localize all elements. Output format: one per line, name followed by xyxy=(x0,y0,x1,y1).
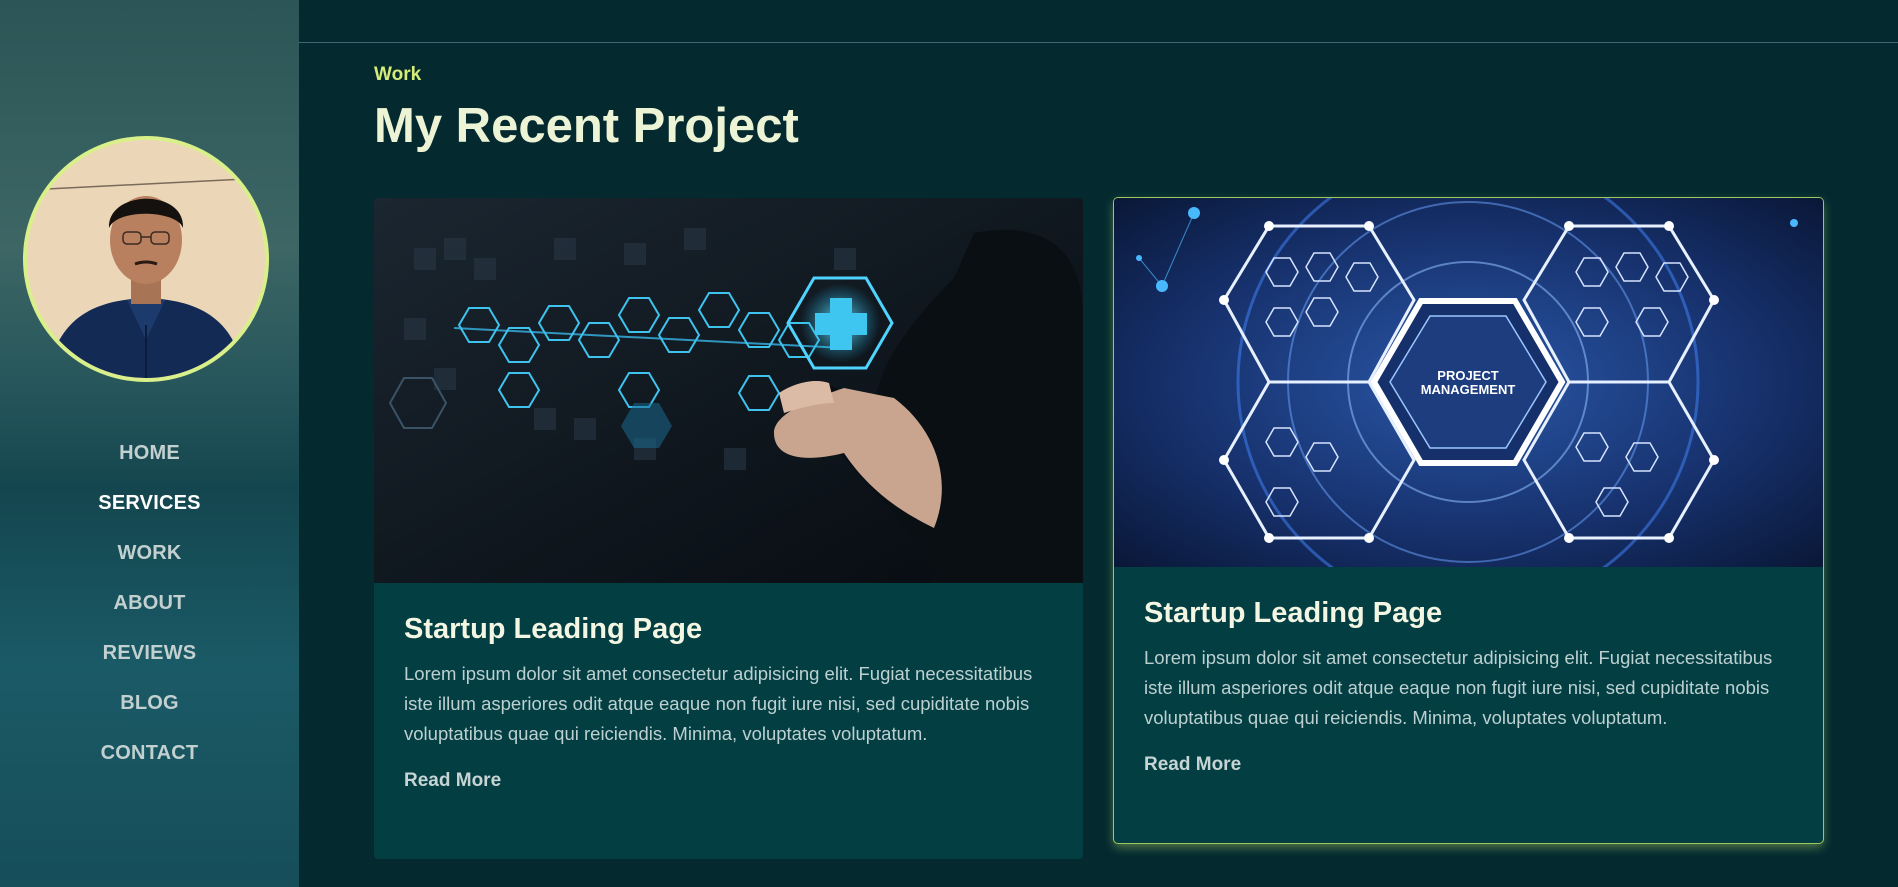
image-text-management: MANAGEMENT xyxy=(1421,382,1516,397)
project-card: PROJECT MANAGEMENT Startup Leading Page … xyxy=(1114,198,1823,843)
profile-photo xyxy=(27,140,265,378)
project-title: Startup Leading Page xyxy=(1144,597,1443,629)
read-more-link[interactable]: Read More xyxy=(1144,754,1241,776)
nav-item-reviews[interactable]: REVIEWS xyxy=(0,628,299,678)
project-description: Lorem ipsum dolor sit amet consectetur a… xyxy=(1144,647,1773,728)
nav-item-home[interactable]: HOME xyxy=(0,428,299,478)
nav-item-contact[interactable]: CONTACT xyxy=(0,728,299,778)
header-divider xyxy=(299,42,1898,43)
nav-item-blog[interactable]: BLOG xyxy=(0,678,299,728)
section-eyebrow: Work xyxy=(374,64,422,85)
read-more-link[interactable]: Read More xyxy=(404,770,501,792)
project-management-image: PROJECT MANAGEMENT xyxy=(1114,198,1823,567)
image-text-project: PROJECT xyxy=(1437,368,1498,383)
project-image xyxy=(374,198,1083,583)
project-description: Lorem ipsum dolor sit amet consectetur a… xyxy=(404,663,1033,744)
sidebar: HOME SERVICES WORK ABOUT REVIEWS BLOG CO… xyxy=(0,0,299,887)
avatar xyxy=(23,136,269,382)
project-title: Startup Leading Page xyxy=(404,613,703,645)
main-content: Work My Recent Project Startup Leading P… xyxy=(299,0,1898,887)
main-nav: HOME SERVICES WORK ABOUT REVIEWS BLOG CO… xyxy=(0,428,299,778)
nav-item-work[interactable]: WORK xyxy=(0,528,299,578)
medical-technology-image xyxy=(374,198,1083,583)
project-card: Startup Leading Page Lorem ipsum dolor s… xyxy=(374,198,1083,859)
section-title: My Recent Project xyxy=(374,99,799,153)
project-image: PROJECT MANAGEMENT xyxy=(1114,198,1823,567)
nav-item-about[interactable]: ABOUT xyxy=(0,578,299,628)
nav-item-services[interactable]: SERVICES xyxy=(0,478,299,528)
